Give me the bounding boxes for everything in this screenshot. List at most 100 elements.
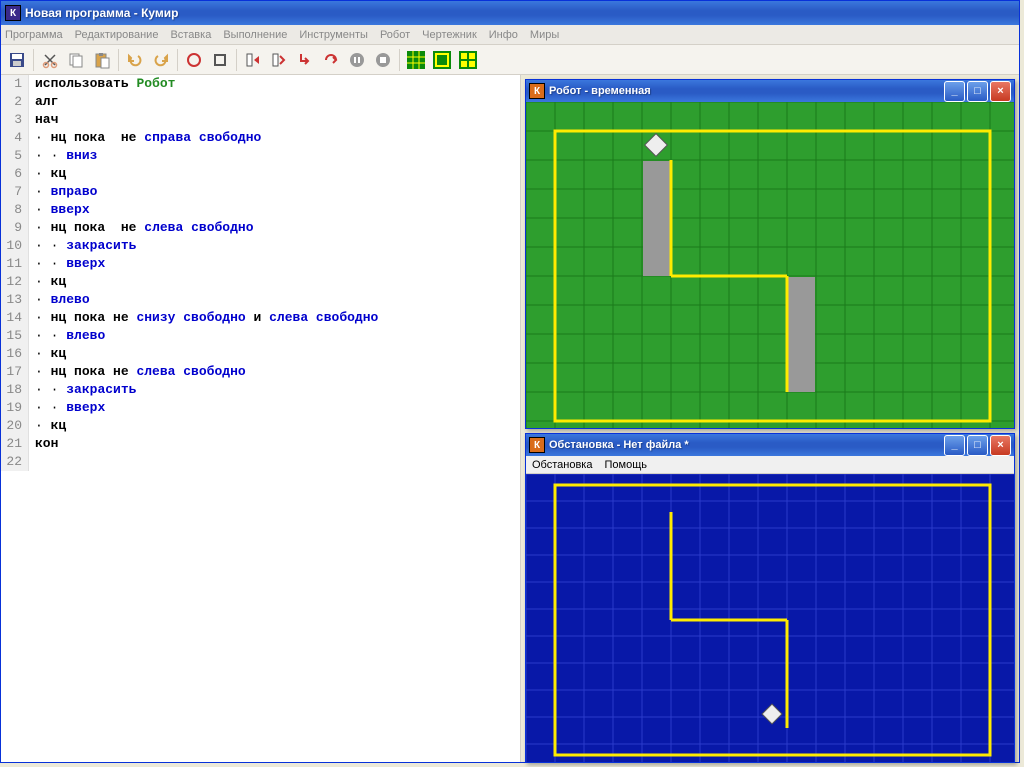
code-line[interactable]: 9· нц пока не слева свободно xyxy=(1,219,520,237)
content: 1использовать Робот2алг3нач4· нц пока не… xyxy=(1,75,1019,762)
line-content[interactable]: нач xyxy=(29,111,58,129)
save-button[interactable] xyxy=(5,48,29,72)
env-field[interactable] xyxy=(526,474,1014,762)
line-content[interactable]: · влево xyxy=(29,291,90,309)
menu-item[interactable]: Редактирование xyxy=(75,29,159,41)
line-content[interactable] xyxy=(29,453,35,471)
env-titlebar[interactable]: К Обстановка - Нет файла * _ □ × xyxy=(526,434,1014,456)
code-line[interactable]: 10· · закрасить xyxy=(1,237,520,255)
code-line[interactable]: 6· кц xyxy=(1,165,520,183)
minimize-button[interactable]: _ xyxy=(944,435,965,456)
line-content[interactable]: · · влево xyxy=(29,327,105,345)
line-number: 13 xyxy=(1,291,29,309)
code-line[interactable]: 2алг xyxy=(1,93,520,111)
robot-titlebar[interactable]: К Робот - временная _ □ × xyxy=(526,80,1014,102)
environment-window[interactable]: К Обстановка - Нет файла * _ □ × Обстано… xyxy=(525,433,1015,763)
code-line[interactable]: 21кон xyxy=(1,435,520,453)
line-content[interactable]: · · закрасить xyxy=(29,381,136,399)
step-button[interactable] xyxy=(267,48,291,72)
menu-item[interactable]: Миры xyxy=(530,29,559,41)
window-title: Новая программа - Кумир xyxy=(25,6,1015,20)
close-button[interactable]: × xyxy=(990,435,1011,456)
grid-green-1[interactable] xyxy=(404,48,428,72)
line-number: 15 xyxy=(1,327,29,345)
line-content[interactable]: · нц пока не слева свободно xyxy=(29,363,246,381)
line-number: 11 xyxy=(1,255,29,273)
menu-item[interactable]: Робот xyxy=(380,29,410,41)
minimize-button[interactable]: _ xyxy=(944,81,965,102)
menu-item[interactable]: Инфо xyxy=(489,29,518,41)
menu-item[interactable]: Программа xyxy=(5,29,63,41)
code-line[interactable]: 16· кц xyxy=(1,345,520,363)
run-button[interactable] xyxy=(241,48,265,72)
code-line[interactable]: 1использовать Робот xyxy=(1,75,520,93)
robot-window-icon: К xyxy=(529,83,545,99)
line-content[interactable]: · · вверх xyxy=(29,399,105,417)
close-button[interactable]: × xyxy=(990,81,1011,102)
env-menubar: Обстановка Помощь xyxy=(526,456,1014,474)
line-content[interactable]: · кц xyxy=(29,165,66,183)
main-titlebar[interactable]: К Новая программа - Кумир xyxy=(1,1,1019,25)
code-editor[interactable]: 1использовать Робот2алг3нач4· нц пока не… xyxy=(1,75,521,762)
grid-green-3[interactable] xyxy=(456,48,480,72)
line-number: 16 xyxy=(1,345,29,363)
menu-item[interactable]: Чертежник xyxy=(422,29,477,41)
line-content[interactable]: · нц пока не слева свободно xyxy=(29,219,254,237)
robot-window[interactable]: К Робот - временная _ □ × xyxy=(525,79,1015,429)
code-line[interactable]: 13· влево xyxy=(1,291,520,309)
line-number: 21 xyxy=(1,435,29,453)
menu-item[interactable]: Помощь xyxy=(604,459,647,471)
code-line[interactable]: 20· кц xyxy=(1,417,520,435)
step-into-button[interactable] xyxy=(293,48,317,72)
menu-item[interactable]: Инструменты xyxy=(299,29,368,41)
line-number: 2 xyxy=(1,93,29,111)
line-content[interactable]: · · вниз xyxy=(29,147,97,165)
stop-button[interactable] xyxy=(371,48,395,72)
tool-2[interactable] xyxy=(208,48,232,72)
line-content[interactable]: · нц пока не справа свободно xyxy=(29,129,261,147)
code-line[interactable]: 12· кц xyxy=(1,273,520,291)
pause-button[interactable] xyxy=(345,48,369,72)
paste-button[interactable] xyxy=(90,48,114,72)
line-content[interactable]: · кц xyxy=(29,345,66,363)
line-content[interactable]: · кц xyxy=(29,273,66,291)
cut-button[interactable] xyxy=(38,48,62,72)
line-content[interactable]: алг xyxy=(29,93,58,111)
code-line[interactable]: 14· нц пока не снизу свободно и слева св… xyxy=(1,309,520,327)
grid-green-2[interactable] xyxy=(430,48,454,72)
tool-1[interactable] xyxy=(182,48,206,72)
menu-item[interactable]: Выполнение xyxy=(223,29,287,41)
undo-button[interactable] xyxy=(123,48,147,72)
line-number: 3 xyxy=(1,111,29,129)
line-content[interactable]: · нц пока не снизу свободно и слева своб… xyxy=(29,309,378,327)
line-content[interactable]: · вверх xyxy=(29,201,90,219)
step-over-button[interactable] xyxy=(319,48,343,72)
copy-button[interactable] xyxy=(64,48,88,72)
env-grid xyxy=(526,474,1014,762)
line-number: 9 xyxy=(1,219,29,237)
code-line[interactable]: 11· · вверх xyxy=(1,255,520,273)
robot-field[interactable] xyxy=(526,102,1014,428)
code-line[interactable]: 19· · вверх xyxy=(1,399,520,417)
redo-button[interactable] xyxy=(149,48,173,72)
line-content[interactable]: использовать Робот xyxy=(29,75,175,93)
code-line[interactable]: 5· · вниз xyxy=(1,147,520,165)
code-line[interactable]: 7· вправо xyxy=(1,183,520,201)
line-content[interactable]: · · вверх xyxy=(29,255,105,273)
code-line[interactable]: 18· · закрасить xyxy=(1,381,520,399)
code-line[interactable]: 17· нц пока не слева свободно xyxy=(1,363,520,381)
menu-item[interactable]: Вставка xyxy=(170,29,211,41)
menu-item[interactable]: Обстановка xyxy=(532,459,592,471)
line-content[interactable]: кон xyxy=(29,435,58,453)
app-icon: К xyxy=(5,5,21,21)
code-line[interactable]: 8· вверх xyxy=(1,201,520,219)
maximize-button[interactable]: □ xyxy=(967,435,988,456)
code-line[interactable]: 3нач xyxy=(1,111,520,129)
line-content[interactable]: · · закрасить xyxy=(29,237,136,255)
code-line[interactable]: 4· нц пока не справа свободно xyxy=(1,129,520,147)
code-line[interactable]: 15· · влево xyxy=(1,327,520,345)
line-content[interactable]: · вправо xyxy=(29,183,97,201)
code-line[interactable]: 22 xyxy=(1,453,520,471)
line-content[interactable]: · кц xyxy=(29,417,66,435)
maximize-button[interactable]: □ xyxy=(967,81,988,102)
